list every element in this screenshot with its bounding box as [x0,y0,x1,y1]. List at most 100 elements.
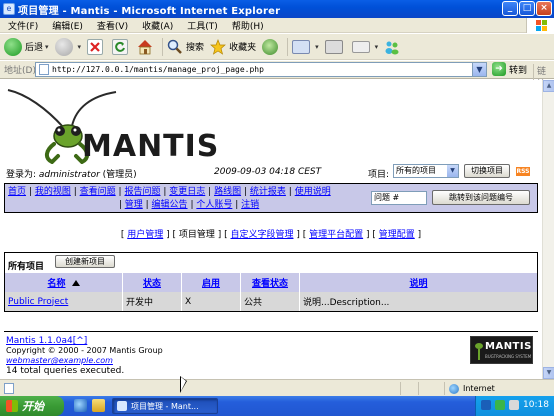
cell-name: Public Project [5,292,123,311]
home-button[interactable] [137,39,156,55]
projects-table-header: 所有项目 创建新项目 [5,253,537,273]
menu-help[interactable]: 帮助(H) [225,19,271,32]
mail-button[interactable]: ▾ [292,39,319,54]
project-link[interactable]: Public Project [8,297,68,307]
projects-table: 所有项目 创建新项目 名称 状态 启用 查看状态 说明 Public Proje… [4,252,538,312]
minimize-button[interactable]: _ [502,1,518,16]
nav-home[interactable]: 首页 [8,187,26,197]
messenger-button[interactable] [384,39,403,55]
star-icon [210,38,226,55]
current-datetime: 2009-09-03 04:18 CEST [214,167,322,177]
column-status[interactable]: 状态 [123,273,182,292]
footer-logo-subtext: BUGTRACKING SYSTEM [485,354,532,359]
column-description[interactable]: 说明 [300,273,537,292]
messenger-icon [384,39,400,55]
cell-status: 开发中 [123,292,182,311]
version-link[interactable]: Mantis 1.1.0a4 [6,336,73,346]
mantis-logo[interactable]: MANTIS [6,86,218,165]
webmaster-email[interactable]: webmaster@example.com [6,356,163,366]
browser-toolbar: 后退 ▾ ▾ 搜索 收藏夹 ▾ ▾ [0,34,554,60]
status-cell [418,382,419,395]
column-view-state-link[interactable]: 查看状态 [252,276,288,289]
copyright: Copyright © 2000 - 2007 Mantis Group [6,346,163,355]
nav-logout[interactable]: 注销 [241,200,259,210]
chevron-down-icon[interactable]: ▼ [472,63,486,76]
print-button[interactable] [324,39,346,54]
mail-icon [292,39,311,54]
nav-view-issues[interactable]: 查看问题 [80,187,116,197]
nav-roadmap[interactable]: 路线图 [214,187,241,197]
stop-button[interactable] [87,38,106,55]
close-button[interactable]: × [536,1,552,16]
start-button[interactable]: 开始 [0,396,64,416]
scroll-down-icon[interactable]: ▼ [543,367,554,379]
project-select[interactable]: 所有的项目 ▼ [393,164,459,178]
history-button[interactable] [262,38,281,55]
nav-changelog[interactable]: 变更日志 [169,187,205,197]
chevron-down-icon[interactable]: ▾ [375,43,379,51]
chevron-down-icon[interactable]: ▾ [45,43,49,51]
menu-file[interactable]: 文件(F) [0,19,45,32]
nav-summary[interactable]: 统计报表 [250,187,286,197]
address-bar: 地址(D) http://127.0.0.1/mantis/manage_pro… [0,61,554,90]
column-name[interactable]: 名称 [5,273,123,292]
scroll-up-icon[interactable]: ▲ [543,80,554,92]
tab-manage-config[interactable]: 管理配置 [379,230,415,240]
status-bar: Internet [0,379,554,396]
back-button[interactable]: 后退 ▾ [4,37,49,56]
back-label: 后退 [25,43,44,53]
tab-manage-platforms[interactable]: 管理平台配置 [309,230,363,240]
nav-report-issue[interactable]: 报告问题 [124,187,160,197]
column-name-link[interactable]: 名称 [47,276,65,289]
search-button[interactable]: 搜索 [167,39,204,55]
security-icon[interactable] [495,400,505,410]
forward-button[interactable]: ▾ [54,37,82,56]
zone-label: Internet [463,384,495,393]
vertical-scrollbar[interactable]: ▲ ▼ [542,80,554,379]
volume-icon[interactable] [509,400,519,410]
column-description-link[interactable]: 说明 [409,276,427,289]
mantis-logo-text: MANTIS [82,129,220,164]
search-icon [167,39,183,55]
menu-view[interactable]: 查看(V) [90,19,135,32]
address-url[interactable]: http://127.0.0.1/mantis/manage_proj_page… [52,65,264,74]
nav-edit-news[interactable]: 编辑公告 [152,200,188,210]
address-input[interactable]: http://127.0.0.1/mantis/manage_proj_page… [35,62,487,77]
column-enabled-link[interactable]: 启用 [202,276,220,289]
version-external-link[interactable]: [^] [73,336,88,346]
menu-edit[interactable]: 编辑(E) [45,19,90,32]
nav-my-view[interactable]: 我的视图 [35,187,71,197]
column-status-link[interactable]: 状态 [143,276,161,289]
security-zone: Internet [444,382,495,395]
chevron-down-icon[interactable]: ▾ [315,43,319,51]
rss-icon[interactable]: RSS [516,167,530,176]
menu-favorites[interactable]: 收藏(A) [135,19,180,32]
nav-my-account[interactable]: 个人账号 [196,200,232,210]
tab-manage-custom-fields[interactable]: 自定义字段管理 [230,230,293,240]
switch-project-button[interactable]: 切换项目 [464,164,510,178]
chevron-down-icon[interactable]: ▾ [78,43,82,51]
go-button[interactable]: ➔ 转到 [492,62,527,76]
maximize-button[interactable]: □ [519,1,535,16]
nav-docs[interactable]: 使用说明 [295,187,331,197]
ie-quicklaunch-icon[interactable] [74,399,87,412]
mantis-footer-logo[interactable]: MANTIS BUGTRACKING SYSTEM [470,336,533,364]
start-label: 开始 [22,400,44,413]
network-icon[interactable] [481,400,491,410]
menu-tools[interactable]: 工具(T) [180,19,225,32]
folder-quicklaunch-icon[interactable] [92,399,105,412]
chevron-down-icon[interactable]: ▼ [447,165,458,177]
create-project-button[interactable]: 创建新项目 [55,255,115,268]
column-view-state[interactable]: 查看状态 [241,273,300,292]
column-enabled[interactable]: 启用 [182,273,241,292]
queries-count: 14 total queries executed. [6,366,125,376]
jump-to-issue-button[interactable]: 跳转到该问题编号 [432,190,530,205]
taskbar-window-button[interactable]: 项目管理 - Mant... [112,398,218,414]
issue-number-input[interactable]: 问题 # [371,191,427,205]
refresh-button[interactable] [112,38,131,55]
favorites-button[interactable]: 收藏夹 [210,38,256,55]
go-label: 转到 [509,65,528,76]
nav-manage[interactable]: 管理 [125,200,143,210]
edit-button[interactable]: ▾ [351,40,379,53]
tab-manage-users[interactable]: 用户管理 [127,230,163,240]
